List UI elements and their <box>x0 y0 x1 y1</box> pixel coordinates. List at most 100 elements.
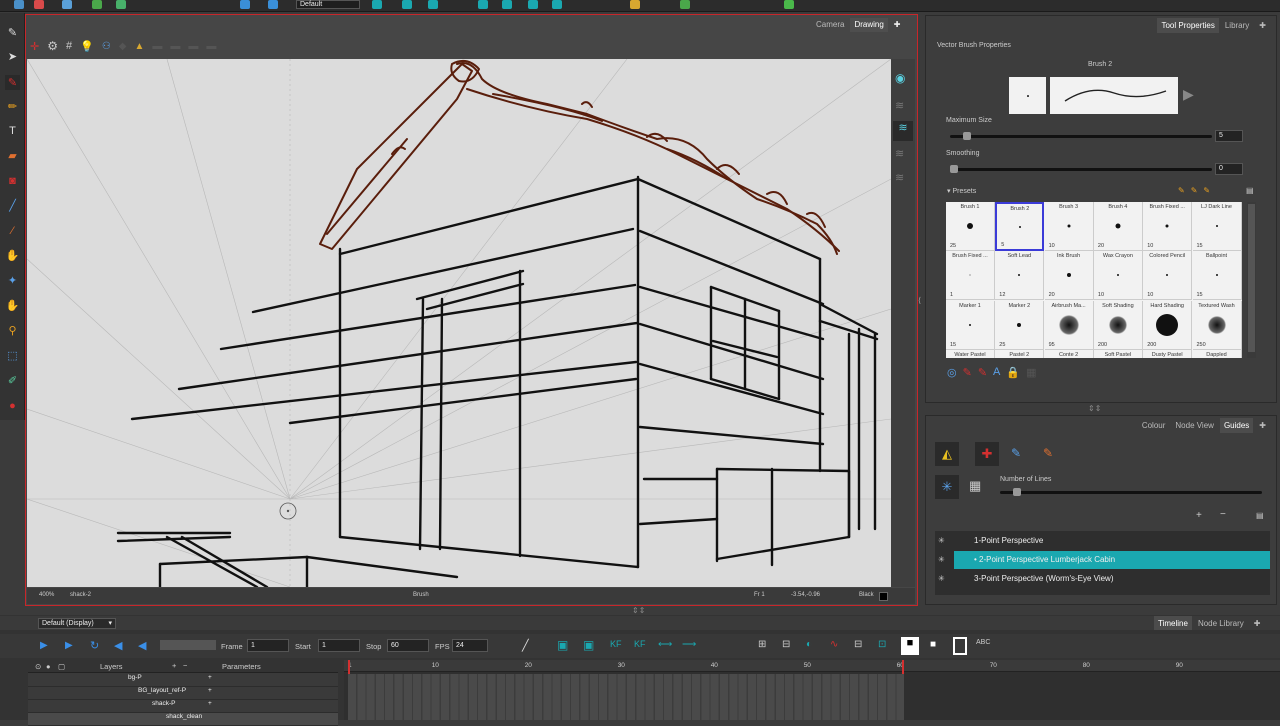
side-collapse-icon[interactable]: ⟨ <box>918 296 921 305</box>
color-swatch[interactable] <box>879 592 888 601</box>
layers-icon[interactable]: ≋ <box>895 99 904 112</box>
morph-tool-icon[interactable]: ✋ <box>5 298 20 313</box>
preset-cell[interactable]: Airbrush Ma... 95 <box>1044 300 1094 350</box>
preset-cell[interactable]: Colored Pencil 10 <box>1143 251 1193 301</box>
rotate-icon[interactable] <box>428 0 438 9</box>
stack-icon[interactable] <box>680 0 690 9</box>
save-icon[interactable] <box>62 0 72 9</box>
select-icon[interactable] <box>502 0 512 9</box>
visibility-eye-icon[interactable]: ◉ <box>895 71 905 85</box>
lock-all-icon[interactable]: ● <box>46 662 51 671</box>
presets-header[interactable]: ▾ Presets <box>947 187 976 195</box>
preset-cell[interactable]: Dusty Pastel <box>1143 349 1193 358</box>
number-of-lines-thumb[interactable] <box>1012 488 1021 496</box>
preset-cell[interactable]: Ink Brush 20 <box>1044 251 1094 301</box>
active-layer-icon[interactable]: ≋ <box>893 121 913 141</box>
reset-zoom-icon[interactable]: ▬ <box>188 41 198 52</box>
preset-cell[interactable]: Textured Wash 250 <box>1192 300 1242 350</box>
sound-icon[interactable]: ◀ <box>114 639 122 652</box>
text-label-icon[interactable]: ABC <box>976 639 990 646</box>
guide-menu-icon[interactable]: ▤ <box>1256 511 1264 520</box>
preset-cell[interactable]: Wax Crayon 10 <box>1093 251 1143 301</box>
auto-close-gap-icon[interactable]: ✎ <box>963 366 972 379</box>
play-icon[interactable]: ▶ <box>40 640 48 651</box>
text-tool-icon[interactable]: T <box>5 123 20 138</box>
preset-cell[interactable]: Pastel 2 <box>995 349 1045 358</box>
tab-node-view[interactable]: Node View <box>1171 418 1218 433</box>
remove-frame-icon[interactable]: ⊟ <box>782 639 790 650</box>
add-param-icon[interactable]: + <box>208 674 212 681</box>
preset-cell[interactable]: Soft Lead 12 <box>995 251 1045 301</box>
tab-timeline[interactable]: Timeline <box>1154 616 1192 630</box>
ease-icon[interactable]: ◐ <box>806 639 812 650</box>
canvas-icon[interactable] <box>953 637 967 655</box>
drawing-canvas[interactable] <box>27 59 891 587</box>
pencil-tool-icon[interactable]: ✏ <box>5 99 20 114</box>
preset-cell[interactable]: Dappled <box>1193 349 1242 358</box>
add-keyframe-icon[interactable]: KF <box>610 639 622 649</box>
mask-icon[interactable]: ▲ <box>134 41 144 52</box>
frames-area[interactable]: 1102030405060708090 <box>344 660 1280 720</box>
layout-icon[interactable] <box>372 0 382 9</box>
tab-node-library[interactable]: Node Library <box>1194 616 1248 630</box>
vanishing-point-icon[interactable]: ✳ <box>935 475 959 499</box>
add-param-icon[interactable]: + <box>208 687 212 694</box>
line-tool-icon[interactable]: ╱ <box>522 639 529 652</box>
motion-keyframe-icon[interactable]: ⟷ <box>658 639 672 650</box>
lock-icon[interactable]: 🔒 <box>1006 366 1020 379</box>
contour-editor-icon[interactable]: ✎ <box>5 25 20 40</box>
guide-item[interactable]: ✳ 3-Point Perspective (Worm's-Eye View) <box>938 570 1270 588</box>
paint-tool-icon[interactable]: ◙ <box>5 173 20 188</box>
frame-field[interactable]: 1 <box>247 639 289 652</box>
rename-preset-icon[interactable]: ✎ <box>1191 186 1198 195</box>
grid-icon[interactable]: # <box>66 40 72 52</box>
pen-icon[interactable] <box>478 0 488 9</box>
play-selection-icon[interactable]: ▶ <box>65 640 73 651</box>
layer-row[interactable]: BG_layout_ref-P + <box>28 687 338 700</box>
stop-motion-icon[interactable]: ⟶ <box>682 639 696 650</box>
smoothing-field[interactable]: 0 <box>1215 163 1243 175</box>
overlay-icon[interactable]: ≋ <box>895 171 904 184</box>
max-size-thumb[interactable] <box>962 132 971 140</box>
settings-gear-icon[interactable]: ⚙ <box>47 39 58 53</box>
align-guide-icon[interactable]: ✎ <box>1043 446 1053 460</box>
tab-drawing[interactable]: Drawing <box>850 18 888 32</box>
preset-cell[interactable]: Water Pastel <box>946 349 995 358</box>
splitter-handle[interactable]: ⇕⇕ <box>632 606 645 615</box>
stencil-icon[interactable]: ▦ <box>1026 366 1036 379</box>
onion-skin-icon[interactable]: ▣ <box>557 638 568 652</box>
target-icon[interactable] <box>552 0 562 9</box>
speed-slider[interactable] <box>160 640 216 650</box>
layer-row[interactable]: bg-P + <box>28 674 338 687</box>
start-field[interactable]: 1 <box>318 639 360 652</box>
preset-menu-icon[interactable]: ▤ <box>1246 186 1254 195</box>
remove-layer-icon[interactable]: − <box>183 661 187 670</box>
layer-view-icon[interactable]: ■ <box>901 637 919 655</box>
add-guide-icon[interactable]: + <box>1196 510 1202 521</box>
dropper-tool-icon[interactable]: ⁄ <box>5 223 20 238</box>
preset-cell[interactable]: Marker 1 15 <box>946 300 995 350</box>
tool-preset-icon[interactable]: ✛ <box>30 40 39 53</box>
pressure-icon[interactable]: A <box>993 366 1000 379</box>
underlay-icon[interactable]: ≋ <box>895 147 904 160</box>
tab-tool-properties[interactable]: Tool Properties <box>1157 18 1219 33</box>
tab-colour[interactable]: Colour <box>1138 418 1170 433</box>
merge-icon[interactable]: ⊡ <box>878 639 886 650</box>
zoom-tool-icon[interactable]: ✦ <box>5 273 20 288</box>
exposed-frames[interactable] <box>348 674 904 720</box>
sound-scrub-icon[interactable]: ◀ <box>138 639 146 652</box>
shade-icon[interactable]: ◆ <box>119 41 127 52</box>
camera-icon[interactable] <box>630 0 640 9</box>
line-tool-icon[interactable]: ╱ <box>5 198 20 213</box>
expand-arrow-icon[interactable]: ▶ <box>1183 86 1194 103</box>
display-select[interactable]: Default (Display) ▾ <box>38 618 116 629</box>
color-view-icon[interactable]: ■ <box>930 639 936 650</box>
reset-rotation-icon[interactable]: ▬ <box>170 41 180 52</box>
insert-frame-icon[interactable]: ⊞ <box>758 639 766 650</box>
file-icon[interactable] <box>14 0 24 9</box>
remove-keyframe-icon[interactable]: KF <box>634 639 646 649</box>
preset-cell[interactable]: Brush 1 25 <box>946 202 995 251</box>
light-table-icon[interactable]: ▣ <box>583 638 594 652</box>
add-param-icon[interactable]: + <box>208 700 212 707</box>
preset-cell[interactable]: Conte 2 <box>1045 349 1094 358</box>
